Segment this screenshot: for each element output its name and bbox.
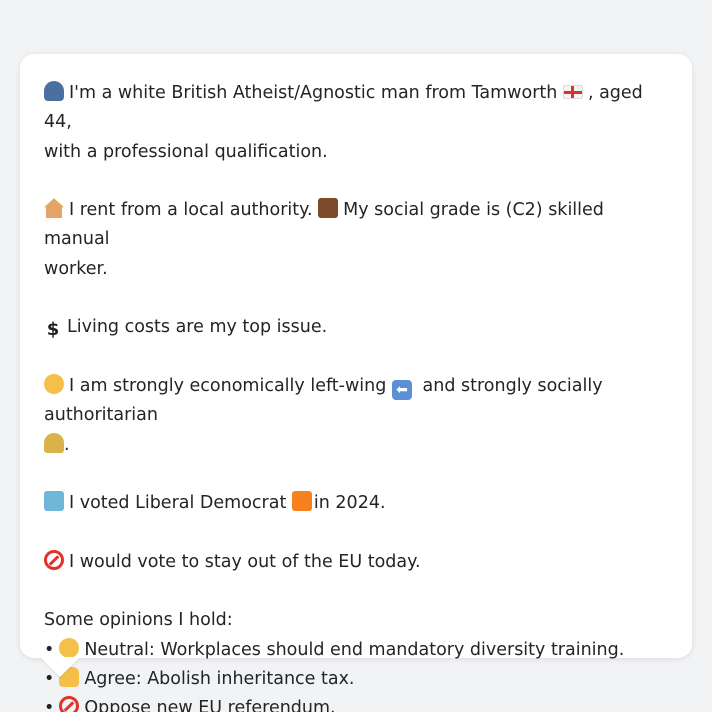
opinion-text: Neutral: Workplaces should end mandatory…: [84, 639, 625, 660]
housing-text-c: worker.: [44, 258, 108, 279]
issue-text: Living costs are my top issue.: [67, 317, 328, 338]
opinion-text: Oppose new EU referendum.: [84, 698, 336, 712]
identity-text-c: with a professional qualification.: [44, 141, 328, 162]
ballot-box-icon: [44, 491, 64, 512]
housing-text-a: I rent from a local authority.: [69, 200, 313, 221]
opinion-item: • Agree: Abolish inheritance tax.: [44, 665, 672, 694]
orange-square-icon: [291, 491, 312, 512]
eu-paragraph: I would vote to stay out of the EU today…: [44, 548, 672, 577]
no-entry-icon: [59, 696, 80, 712]
housing-paragraph: I rent from a local authority. My social…: [44, 196, 672, 284]
no-entry-icon: [44, 549, 64, 570]
bubble-tail: [40, 657, 80, 677]
ideology-text-c: .: [64, 434, 70, 455]
lock-icon: [44, 432, 64, 453]
opinion-text: Agree: Abolish inheritance tax.: [84, 668, 355, 689]
identity-text-a: I'm a white British Atheist/Agnostic man…: [69, 83, 558, 103]
chat-message-bubble: I'm a white British Atheist/Agnostic man…: [20, 54, 692, 712]
vote-text-b: in 2024.: [313, 493, 386, 514]
ideology-text-a: I am strongly economically left-wing: [69, 375, 387, 396]
issue-paragraph: $ Living costs are my top issue.: [44, 313, 672, 342]
identity-paragraph: I'm a white British Atheist/Agnostic man…: [44, 79, 672, 167]
england-flag-icon: [562, 85, 583, 99]
ideology-paragraph: I am strongly economically left-wing ⬅ a…: [44, 372, 672, 460]
user-icon: [44, 81, 64, 101]
opinions-paragraph: Some opinions I hold: • Neutral: Workplac…: [44, 606, 672, 712]
thinking-face-icon: [44, 373, 64, 394]
vote-paragraph: I voted Liberal Democrat in 2024.: [44, 489, 672, 518]
briefcase-icon: [318, 198, 339, 219]
opinion-item: • Neutral: Workplaces should end mandator…: [44, 636, 672, 665]
eu-text: I would vote to stay out of the EU today…: [69, 551, 421, 572]
bullet: •: [44, 698, 55, 712]
left-arrow-icon: ⬅: [391, 379, 412, 400]
vote-text-a: I voted Liberal Democrat: [69, 493, 287, 514]
opinions-heading: Some opinions I hold:: [44, 610, 233, 631]
opinion-item: • Oppose new EU referendum.: [44, 694, 672, 712]
house-icon: [44, 198, 64, 219]
neutral-face-icon: [59, 637, 80, 658]
dollar-icon: $: [46, 319, 60, 341]
